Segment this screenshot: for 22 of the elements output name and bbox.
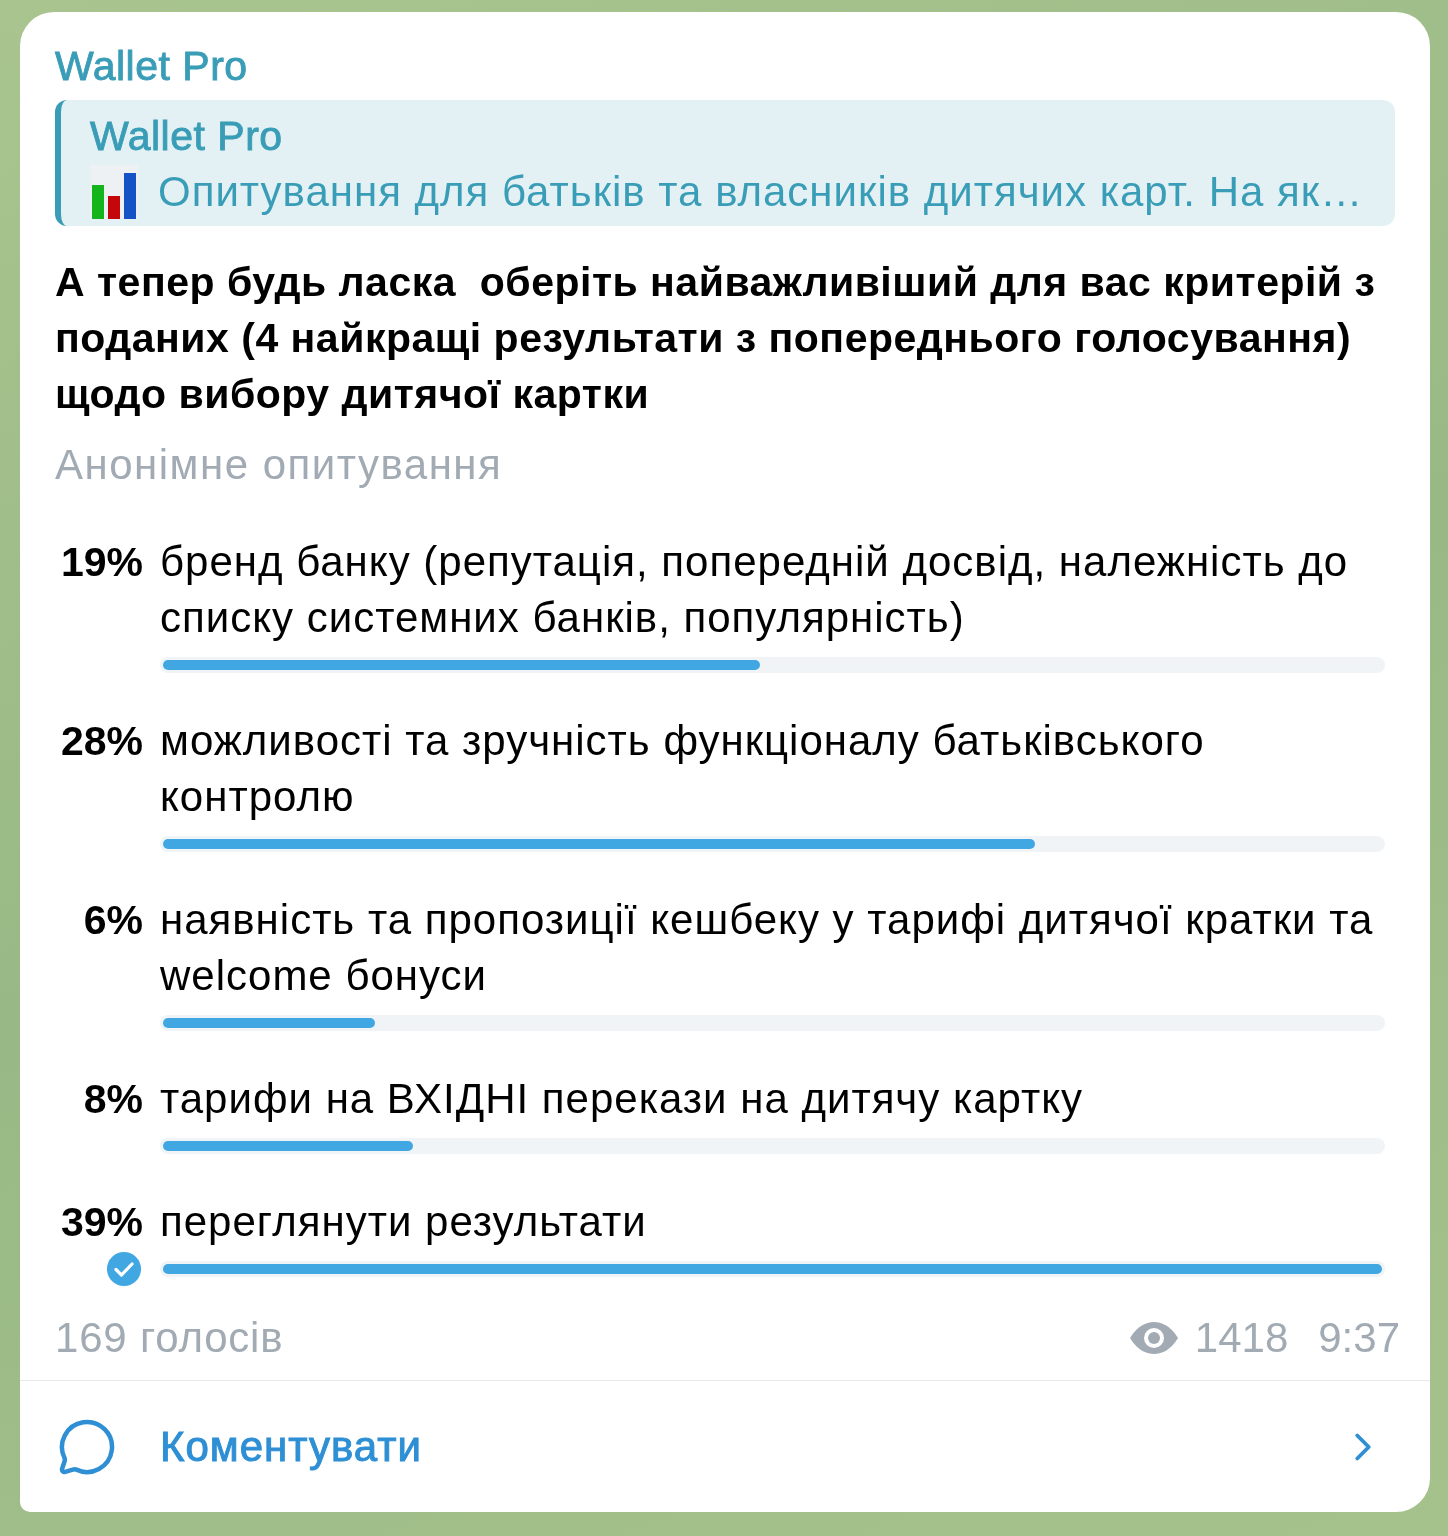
option-text: бренд банку (репутація, попередній досвід, належність до списку системних банків, популярність)	[160, 537, 1350, 643]
comment-button[interactable]: Коментувати	[20, 1381, 1430, 1512]
reply-quote[interactable]: Wallet Pro Опитування для батьків та власників дитячих карт. На як…	[55, 100, 1395, 226]
option-text: наявність та пропозиції кешбеку у тарифі дитячої кратки та welcome бонуси	[160, 895, 1375, 1001]
option-text: переглянути результати	[160, 1197, 648, 1247]
reply-text: Опитування для батьків та власників дитячих карт. На як…	[158, 167, 1364, 217]
option-percent: 28%	[60, 717, 143, 766]
option-text: тарифи на ВХІДНІ перекази на дитячу картку	[160, 1074, 1085, 1124]
eye-icon	[1128, 1322, 1179, 1354]
vote-count: 169 голосів	[55, 1313, 284, 1363]
option-text: можливості та зручність функціоналу батьківського контролю	[160, 716, 1206, 822]
view-count: 1418	[1194, 1313, 1289, 1363]
poll-question: А тепер будь ласка оберіть найважливіший для вас критерій з поданих (4 найкращі результати з попереднього голосування) щодо вибору дитячої картки	[55, 258, 1377, 419]
option-percent: 8%	[83, 1075, 143, 1124]
option-percent: 39%	[60, 1198, 143, 1247]
option-percent: 6%	[83, 896, 143, 945]
option-percent: 19%	[60, 538, 143, 587]
bar-chart-icon	[90, 165, 138, 219]
poll-type-label: Анонімне опитування	[55, 440, 503, 490]
channel-name[interactable]: Wallet Pro	[55, 38, 248, 94]
reply-author: Wallet Pro	[90, 112, 283, 161]
message-time: 9:37	[1318, 1313, 1400, 1363]
